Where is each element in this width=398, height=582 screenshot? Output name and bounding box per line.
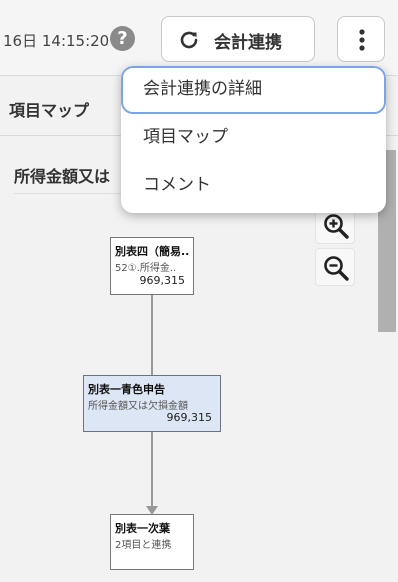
- map-node[interactable]: 別表一次葉 2項目と連携: [110, 514, 194, 570]
- zoom-out-icon: [324, 256, 349, 281]
- accounting-sync-button[interactable]: 会計連携: [161, 16, 315, 62]
- node-title: 別表一次葉: [115, 522, 170, 535]
- top-bar: 16日 14:15:20 ? 会計連携: [0, 0, 398, 76]
- node-title: 別表一青色申告: [88, 383, 165, 396]
- menu-item-comments[interactable]: コメント: [121, 162, 386, 210]
- node-subtitle: 所得金額又は欠損金額: [88, 401, 188, 412]
- node-title: 別表四（簡易..: [115, 245, 190, 258]
- map-node[interactable]: 別表四（簡易.. 52①.所得金.. 969,315: [110, 237, 194, 295]
- more-options-button[interactable]: [337, 16, 385, 62]
- more-options-menu: 会計連携の詳細 項目マップ コメント: [121, 66, 386, 213]
- connector-line: [151, 432, 153, 508]
- last-updated-timestamp: 16日 14:15:20: [3, 32, 110, 50]
- node-value: 969,315: [166, 411, 213, 424]
- panel-title: 項目マップ: [9, 101, 90, 120]
- connector-line: [151, 295, 153, 375]
- menu-item-sync-details[interactable]: 会計連携の詳細: [121, 66, 386, 114]
- map-node-selected[interactable]: 別表一青色申告 所得金額又は欠損金額 969,315: [83, 375, 221, 432]
- refresh-icon: [180, 31, 198, 49]
- node-subtitle: 2項目と連携: [115, 540, 172, 551]
- question-circle-icon[interactable]: ?: [110, 26, 135, 51]
- zoom-out-button[interactable]: [315, 248, 355, 286]
- more-vertical-icon: [359, 29, 365, 51]
- sync-button-label: 会計連携: [214, 33, 282, 53]
- node-subtitle: 52①.所得金..: [115, 263, 177, 274]
- node-value: 969,315: [139, 274, 186, 287]
- zoom-in-icon: [324, 214, 349, 239]
- menu-item-item-map[interactable]: 項目マップ: [121, 114, 386, 162]
- section-title: 所得金額又は: [14, 167, 111, 186]
